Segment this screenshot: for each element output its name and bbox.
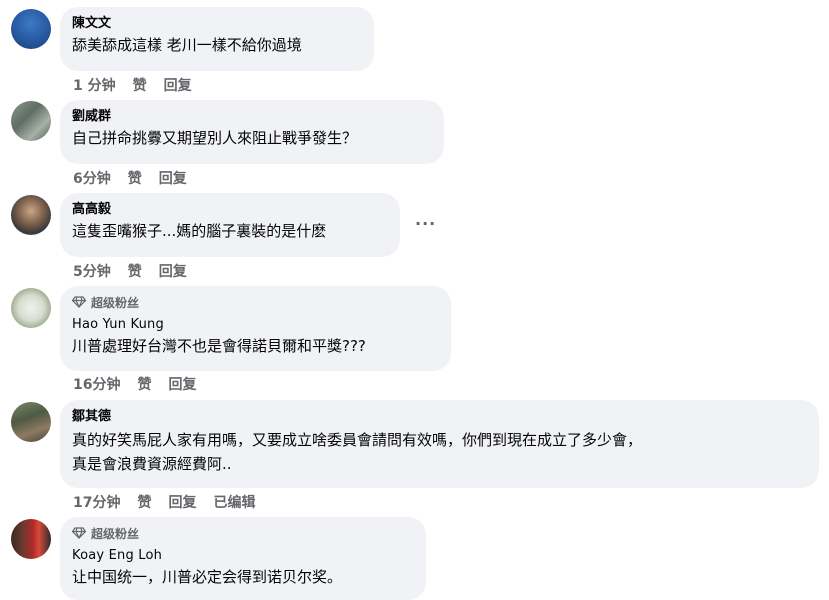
comment-bubble: 鄒其德 真的好笑馬屁人家有用嗎，又要成立啥委員會請問有效嗎，你們到現在成立了多少… [60,400,819,488]
avatar[interactable] [11,402,51,442]
comment-author[interactable]: 劉威群 [72,108,432,126]
comment-text: 真的好笑馬屁人家有用嗎，又要成立啥委員會請問有效嗎，你們到現在成立了多少會， 真… [72,431,643,473]
like-button[interactable]: 赞 [137,492,151,512]
badge-label: 超级粉丝 [91,526,140,541]
comment-text: 自己拼命挑釁又期望別人來阻止戰爭發生？ [72,129,358,147]
avatar[interactable] [11,9,51,49]
comment-bubble: 超级粉丝 Hao Yun Kung 川普處理好台灣不也是會得諾貝爾和平獎??? [60,286,451,371]
super-fan-badge: 超级粉丝 [72,524,414,542]
comment-author[interactable]: 陳文文 [72,15,362,33]
reply-button[interactable]: 回复 [168,492,196,512]
avatar[interactable] [11,101,51,141]
comment-actions: 17分钟 赞 回复 已编辑 [73,492,272,512]
more-options-icon[interactable]: ··· [415,214,436,233]
like-button[interactable]: 赞 [133,75,147,95]
diamond-icon [72,527,86,539]
comment-time[interactable]: 6分钟 [73,168,111,188]
comment-text: 這隻歪嘴猴子...媽的腦子裏裝的是什麽 [72,222,327,240]
comment-time[interactable]: 1 分钟 [73,75,116,95]
reply-button[interactable]: 回复 [164,75,192,95]
super-fan-badge: 超级粉丝 [72,293,439,311]
reply-button[interactable]: 回复 [159,261,187,281]
comment-author[interactable]: Hao Yun Kung [72,316,439,334]
comment-actions: 6分钟 赞 回复 [73,168,204,188]
comment-bubble: 超级粉丝 Koay Eng Loh 让中国统一，川普必定会得到诺贝尔奖。 [60,517,426,600]
comment-actions: 1 分钟 赞 回复 [73,75,209,95]
edited-label: 已编辑 [213,495,256,511]
comment-text: 让中国统一，川普必定会得到诺贝尔奖。 [72,568,343,586]
reply-button[interactable]: 回复 [159,168,187,188]
avatar[interactable] [11,288,51,328]
like-button[interactable]: 赞 [137,374,151,394]
reply-button[interactable]: 回复 [168,374,196,394]
comment-author[interactable]: 鄒其德 [72,408,807,426]
comment-bubble: 高高毅 這隻歪嘴猴子...媽的腦子裏裝的是什麽 [60,193,400,257]
comment-bubble: 劉威群 自己拼命挑釁又期望別人來阻止戰爭發生？ [60,100,444,164]
comment-text: 舔美舔成這樣 老川一樣不給你過境 [72,36,302,54]
comment-time[interactable]: 5分钟 [73,261,111,281]
comment-actions: 16分钟 赞 回复 [73,374,213,394]
comment-time[interactable]: 16分钟 [73,374,120,394]
comment-author[interactable]: 高高毅 [72,201,388,219]
comment-time[interactable]: 17分钟 [73,492,120,512]
comment-text: 川普處理好台灣不也是會得諾貝爾和平獎??? [72,337,366,355]
avatar[interactable] [11,195,51,235]
comment-author[interactable]: Koay Eng Loh [72,547,414,565]
comment-actions: 5分钟 赞 回复 [73,261,204,281]
like-button[interactable]: 赞 [128,168,142,188]
badge-label: 超级粉丝 [91,295,140,310]
comment-bubble: 陳文文 舔美舔成這樣 老川一樣不給你過境 [60,7,374,71]
diamond-icon [72,296,86,308]
like-button[interactable]: 赞 [128,261,142,281]
avatar[interactable] [11,519,51,559]
